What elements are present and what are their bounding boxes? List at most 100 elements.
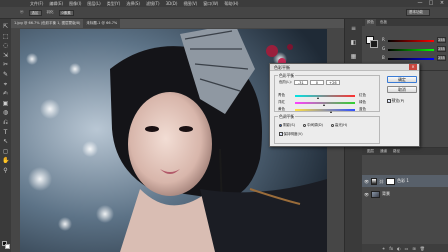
blue-slider[interactable] bbox=[388, 58, 434, 60]
layer-style-icon[interactable]: fx bbox=[389, 246, 393, 251]
blue-value[interactable]: 255 bbox=[437, 55, 446, 61]
maximize-button[interactable]: □ bbox=[427, 0, 435, 6]
level-cyan-red-input[interactable]: -31 bbox=[293, 80, 308, 85]
menu-bar: 文件(F) 编辑(E) 图像(I) 图层(L) 类型(Y) 选择(S) 滤镜(T… bbox=[0, 0, 448, 7]
magenta-green-slider-knob[interactable] bbox=[323, 104, 325, 106]
yellow-label: 黄色 bbox=[278, 107, 285, 111]
color-balance-dialog: 色彩平衡 × 色彩平衡 色阶(L): -31 0 +26 青色 红色 洋红 绿色… bbox=[269, 63, 420, 147]
menu-layer[interactable]: 图层(L) bbox=[87, 1, 100, 7]
eraser-tool-icon[interactable]: ⎌ bbox=[2, 119, 9, 126]
menu-edit[interactable]: 编辑(E) bbox=[49, 1, 63, 7]
background-color-swatch[interactable] bbox=[5, 244, 10, 249]
tab-swatches[interactable]: 色板 bbox=[378, 19, 389, 26]
history-panel-icon[interactable]: ≡ bbox=[349, 25, 358, 33]
type-tool-icon[interactable]: T bbox=[2, 129, 9, 136]
red-slider[interactable] bbox=[388, 40, 434, 42]
zoom-tool-icon[interactable]: ⚲ bbox=[2, 167, 9, 174]
workspace-select[interactable]: 基本功能 bbox=[406, 9, 430, 16]
layer-mask-thumbnail[interactable] bbox=[386, 177, 396, 185]
blue-label: 蓝色 bbox=[359, 107, 366, 111]
red-value[interactable]: 255 bbox=[437, 37, 446, 43]
dialog-title[interactable]: 色彩平衡 bbox=[270, 64, 419, 71]
history-brush-tool-icon[interactable]: ◍ bbox=[2, 109, 9, 116]
eyedropper-tool-icon[interactable]: ✎ bbox=[2, 71, 9, 78]
level-yellow-blue-input[interactable]: +26 bbox=[325, 80, 340, 85]
link-layers-icon[interactable]: ⚭ bbox=[382, 246, 385, 251]
menu-type[interactable]: 类型(Y) bbox=[107, 1, 121, 7]
tab-layers[interactable]: 图层 bbox=[365, 148, 376, 155]
healing-tool-icon[interactable]: ⌖ bbox=[2, 81, 9, 88]
hand-tool-icon[interactable]: ✋ bbox=[2, 157, 9, 164]
checkmark-icon: ✓ bbox=[279, 132, 283, 137]
swatches-panel-icon[interactable]: ▦ bbox=[349, 53, 358, 61]
option-selection[interactable]: 选区 bbox=[28, 9, 42, 16]
close-window-button[interactable]: × bbox=[438, 0, 446, 6]
shadows-radio[interactable]: 阴影(S) bbox=[279, 123, 295, 128]
color-balance-group-title: 色彩平衡 bbox=[278, 73, 296, 79]
radio-icon bbox=[302, 123, 306, 127]
menu-window[interactable]: 窗口(W) bbox=[203, 1, 218, 7]
visibility-eye-icon[interactable]: 👁 bbox=[364, 179, 369, 184]
stamp-tool-icon[interactable]: ▣ bbox=[2, 100, 9, 107]
panel-background-swatch[interactable] bbox=[370, 40, 378, 48]
tab-color[interactable]: 颜色 bbox=[365, 19, 376, 26]
green-slider[interactable] bbox=[388, 49, 434, 51]
red-label: R bbox=[382, 37, 385, 42]
magenta-green-slider[interactable] bbox=[295, 102, 355, 104]
menu-select[interactable]: 选择(S) bbox=[126, 1, 140, 7]
crop-tool-icon[interactable]: ✂ bbox=[2, 61, 9, 68]
new-adjustment-icon[interactable]: ◐ bbox=[397, 246, 401, 251]
yellow-blue-slider-knob[interactable] bbox=[330, 111, 332, 113]
yellow-blue-slider[interactable] bbox=[295, 109, 355, 111]
lasso-tool-icon[interactable]: ◌ bbox=[2, 42, 9, 49]
menu-image[interactable]: 图像(I) bbox=[69, 1, 81, 7]
document-tabs: 1.jpg @ 66.7% (色彩平衡 1, 图层蒙版/8) 未标题-1 @ 6… bbox=[11, 19, 121, 28]
option-feather-value[interactable]: 0像素 bbox=[58, 9, 74, 16]
tab-paths[interactable]: 路径 bbox=[391, 148, 402, 155]
checkmark-icon: ✓ bbox=[387, 99, 391, 104]
tab-channels[interactable]: 通道 bbox=[378, 148, 389, 155]
layer-row-color-balance[interactable]: 👁 ⛓ 色彩 1 bbox=[362, 175, 448, 187]
menu-help[interactable]: 帮助(H) bbox=[224, 1, 238, 7]
delete-layer-icon[interactable]: 🗑 bbox=[420, 246, 425, 251]
menu-3d[interactable]: 3D(D) bbox=[166, 1, 178, 6]
adjustment-layer-icon bbox=[371, 177, 377, 185]
cyan-red-slider-knob[interactable] bbox=[317, 97, 319, 99]
layers-panel-tabs: 图层 通道 路径 bbox=[362, 148, 448, 155]
minimize-button[interactable]: — bbox=[416, 0, 424, 6]
ok-button[interactable]: 确定 bbox=[387, 76, 417, 83]
cancel-button[interactable]: 取消 bbox=[387, 86, 417, 93]
layer-row-background[interactable]: 👁 背景 bbox=[362, 188, 448, 200]
dialog-close-button[interactable]: × bbox=[409, 64, 417, 70]
midtones-radio[interactable]: 中间调(D) bbox=[302, 123, 323, 128]
adjustments-panel-icon[interactable]: ◧ bbox=[349, 39, 358, 47]
shape-tool-icon[interactable]: ◻ bbox=[2, 148, 9, 155]
path-select-tool-icon[interactable]: ↖ bbox=[2, 138, 9, 145]
quick-select-tool-icon[interactable]: ⇲ bbox=[2, 52, 9, 59]
document-tab-2[interactable]: 未标题-1 @ 66.7% bbox=[83, 21, 120, 26]
layer-name[interactable]: 色彩 1 bbox=[397, 178, 409, 184]
level-magenta-green-input[interactable]: 0 bbox=[309, 80, 324, 85]
move-tool-icon[interactable]: ⇱ bbox=[2, 23, 9, 30]
green-value[interactable]: 255 bbox=[437, 46, 446, 52]
add-mask-icon[interactable]: ▭ bbox=[405, 246, 409, 251]
menu-view[interactable]: 视图(V) bbox=[183, 1, 197, 7]
tool-preset-icon[interactable]: ⓜ bbox=[20, 10, 24, 15]
cyan-red-slider[interactable] bbox=[295, 95, 355, 97]
color-panel-tabs: 颜色 色板 bbox=[362, 19, 448, 26]
preview-checkbox[interactable]: ✓预览(P) bbox=[387, 98, 404, 104]
levels-row: 色阶(L): -31 0 +26 bbox=[279, 80, 340, 85]
highlights-radio[interactable]: 高光(H) bbox=[330, 123, 347, 128]
menu-file[interactable]: 文件(F) bbox=[30, 1, 43, 7]
preserve-luminosity-checkbox[interactable]: ✓保持明度(V) bbox=[279, 132, 303, 137]
marquee-tool-icon[interactable]: ⬚ bbox=[2, 33, 9, 40]
new-layer-icon[interactable]: ⊞ bbox=[412, 246, 415, 251]
brush-tool-icon[interactable]: ✍ bbox=[2, 90, 9, 97]
visibility-eye-icon[interactable]: 👁 bbox=[364, 192, 369, 197]
layer-name[interactable]: 背景 bbox=[382, 191, 390, 197]
document-tab-active[interactable]: 1.jpg @ 66.7% (色彩平衡 1, 图层蒙版/8) bbox=[11, 19, 84, 28]
tools-panel: ⇱ ⬚ ◌ ⇲ ✂ ✎ ⌖ ✍ ▣ ◍ ⎌ T ↖ ◻ ✋ ⚲ bbox=[0, 19, 11, 252]
preserve-luminosity-row: ✓保持明度(V) bbox=[279, 132, 303, 137]
menu-filter[interactable]: 滤镜(T) bbox=[146, 1, 160, 7]
tone-balance-group-title: 色调平衡 bbox=[278, 114, 296, 120]
